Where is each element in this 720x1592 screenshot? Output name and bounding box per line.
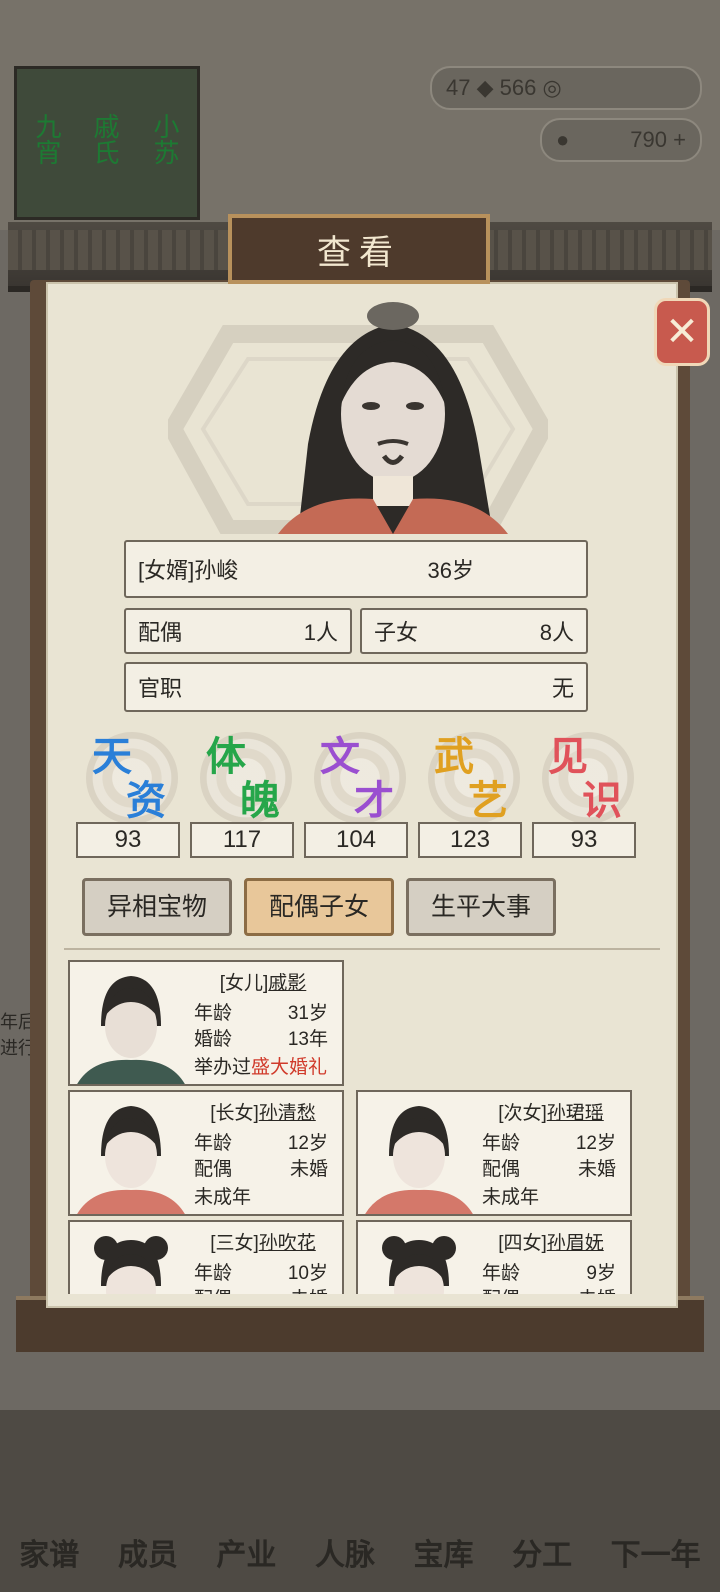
stat-talent-value: 93 bbox=[76, 822, 180, 858]
view-panel: [女婿]孙峻 36岁 配偶 1人 子女 8人 官职 无 天 资 体 魄 文 才 … bbox=[46, 282, 678, 1308]
stat-literary-value: 104 bbox=[304, 822, 408, 858]
book-title-2: 戚氏 bbox=[89, 113, 119, 165]
member-relation: [女儿] bbox=[219, 973, 269, 994]
family-book[interactable]: 九宵 戚氏 小苏 bbox=[14, 66, 200, 220]
stat-physique-value: 117 bbox=[190, 822, 294, 858]
member-marriage-years-row: 婚龄 13年 bbox=[194, 1029, 328, 1050]
member-name: 孙眉妩 bbox=[546, 1233, 604, 1254]
office-value: 无 bbox=[551, 676, 574, 701]
nav-next-year[interactable]: 下一年 bbox=[611, 1530, 701, 1574]
gem-icon: ◆ bbox=[476, 75, 494, 100]
office-row: 官职 无 bbox=[124, 662, 588, 712]
book-title-1: 九宵 bbox=[31, 113, 61, 165]
member-wedding-text: 举办过盛大婚礼 bbox=[194, 1057, 328, 1078]
member-relation: [四女] bbox=[498, 1233, 547, 1254]
nav-assignment[interactable]: 分工 bbox=[512, 1530, 572, 1574]
nav-connections[interactable]: 人脉 bbox=[315, 1530, 375, 1574]
stat-martial-value: 123 bbox=[418, 822, 522, 858]
member-age-row: 年龄 12岁 bbox=[482, 1133, 616, 1154]
stat-insight-value: 93 bbox=[532, 822, 636, 858]
name-age-row: [女婿]孙峻 36岁 bbox=[124, 540, 588, 598]
member-name: 孙吹花 bbox=[258, 1233, 316, 1254]
member-name: 戚影 bbox=[268, 973, 307, 994]
nav-treasury[interactable]: 宝库 bbox=[414, 1530, 474, 1574]
grand-wedding-label: 盛大婚礼 bbox=[251, 1057, 328, 1078]
member-spouse-row: 配偶未婚 bbox=[194, 1284, 328, 1294]
member-age-row: 年龄 10岁 bbox=[194, 1263, 328, 1284]
section-divider bbox=[64, 948, 660, 950]
dialog-title: 查看 bbox=[228, 214, 490, 284]
member-portrait bbox=[94, 1236, 168, 1294]
member-card[interactable]: [长女]孙清愁 年龄 12岁 配偶 未婚 未成年 bbox=[68, 1090, 344, 1216]
person-name: [女婿]孙峻 bbox=[138, 558, 239, 583]
spouse-row: 配偶 1人 bbox=[124, 608, 352, 654]
children-row: 子女 8人 bbox=[360, 608, 588, 654]
coin-icon: ◎ bbox=[542, 75, 562, 100]
children-count: 8人 bbox=[539, 620, 574, 645]
nav-members[interactable]: 成员 bbox=[118, 1530, 178, 1574]
gold-bar: ● 790 + bbox=[540, 118, 702, 162]
member-status: 未成年 bbox=[482, 1187, 540, 1208]
nav-family-tree[interactable]: 家谱 bbox=[19, 1530, 79, 1574]
member-relation: [次女] bbox=[498, 1103, 547, 1124]
gem-count: 47 bbox=[446, 75, 471, 100]
member-card[interactable]: [三女]孙吹花 年龄10岁 配偶未婚 bbox=[68, 1220, 344, 1294]
member-relation: [三女] bbox=[210, 1233, 259, 1254]
member-portrait bbox=[77, 1106, 185, 1214]
nav-property[interactable]: 产业 bbox=[216, 1530, 276, 1574]
member-card[interactable]: [四女]孙眉妩 年龄9岁 配偶未婚 bbox=[356, 1220, 632, 1294]
member-portrait bbox=[382, 1236, 456, 1294]
member-spouse-row: 配偶未婚 bbox=[482, 1284, 616, 1294]
gold-count: 790 bbox=[630, 127, 668, 152]
member-card[interactable]: [次女]孙珺瑶 年龄 12岁 配偶 未婚 未成年 bbox=[356, 1090, 632, 1216]
person-age: 36岁 bbox=[427, 558, 474, 583]
close-x-icon: ✕ bbox=[665, 310, 699, 354]
portrait-avatar bbox=[278, 302, 508, 534]
gold-ingot-icon: ● bbox=[556, 127, 570, 152]
bottom-nav: 家谱 成员 产业 人脉 宝库 分工 下一年 bbox=[0, 1530, 720, 1574]
office-label: 官职 bbox=[138, 676, 183, 701]
tab-life-events[interactable]: 生平大事 bbox=[406, 878, 556, 936]
spouse-label: 配偶 bbox=[138, 620, 183, 645]
close-button[interactable]: ✕ bbox=[654, 298, 710, 366]
member-age-row: 年龄 9岁 bbox=[482, 1263, 616, 1284]
member-portrait bbox=[77, 976, 185, 1084]
member-spouse-row: 配偶未婚 bbox=[482, 1159, 616, 1180]
bottom-area: 家谱 成员 产业 人脉 宝库 分工 下一年 bbox=[0, 1410, 720, 1592]
currency-bar: 47 ◆ 566 ◎ bbox=[430, 66, 702, 110]
member-name: 孙珺瑶 bbox=[546, 1103, 604, 1124]
member-portrait bbox=[365, 1106, 473, 1214]
member-relation: [长女] bbox=[210, 1103, 259, 1124]
book-title-3: 小苏 bbox=[149, 113, 179, 165]
member-age-row: 年龄 31岁 bbox=[194, 1003, 328, 1024]
coin-count: 566 bbox=[499, 75, 537, 100]
member-name: 孙清愁 bbox=[258, 1103, 316, 1124]
member-spouse-row: 配偶未婚 bbox=[194, 1159, 328, 1180]
spouse-count: 1人 bbox=[303, 620, 338, 645]
member-card[interactable]: [女儿]戚影 年龄 31岁 婚龄 13年 举办过盛大婚礼 bbox=[68, 960, 344, 1086]
add-gold-icon[interactable]: + bbox=[673, 127, 686, 152]
members-list: [女儿]戚影 年龄 31岁 婚龄 13年 举办过盛大婚礼 [长女]孙清愁 年龄 12岁… bbox=[48, 954, 676, 1294]
member-age-row: 年龄 12岁 bbox=[194, 1133, 328, 1154]
dialog-title-text: 查看 bbox=[317, 232, 401, 273]
children-label: 子女 bbox=[374, 620, 419, 645]
tab-treasures[interactable]: 异相宝物 bbox=[82, 878, 232, 936]
tab-spouse-children[interactable]: 配偶子女 bbox=[244, 878, 394, 936]
member-status: 未成年 bbox=[194, 1187, 252, 1208]
